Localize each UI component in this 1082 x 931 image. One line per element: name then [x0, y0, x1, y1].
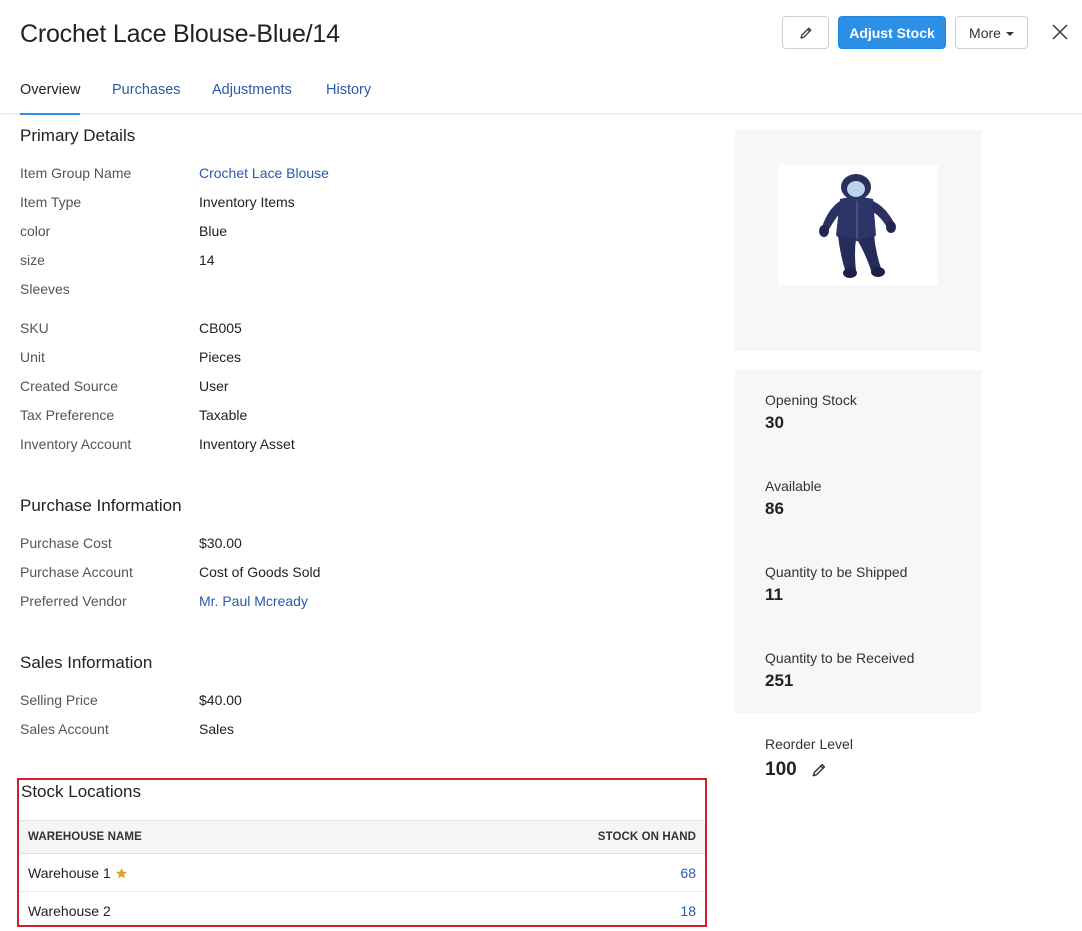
- tab-purchases[interactable]: Purchases: [112, 82, 181, 98]
- page-title: Crochet Lace Blouse-Blue/14: [20, 20, 340, 48]
- edit-button[interactable]: [782, 16, 829, 49]
- preferred-vendor-link[interactable]: Mr. Paul Mcready: [199, 593, 308, 609]
- color-label: color: [20, 223, 51, 239]
- qty-to-be-shipped-label: Quantity to be Shipped: [765, 564, 908, 580]
- stock-on-hand-link[interactable]: 18: [680, 903, 696, 919]
- tab-bar: Overview Purchases Adjustments History: [0, 66, 1082, 115]
- unit-label: Unit: [20, 349, 45, 365]
- table-row: Warehouse 1 68: [19, 854, 705, 892]
- warehouse-name-cell: Warehouse 2: [28, 903, 111, 919]
- stock-on-hand-link[interactable]: 68: [680, 865, 696, 881]
- pencil-icon: [799, 27, 811, 39]
- more-label: More: [969, 24, 1001, 41]
- preferred-vendor-label: Preferred Vendor: [20, 593, 127, 609]
- caret-down-icon: [1005, 31, 1014, 36]
- table-row: Warehouse 2 18: [19, 892, 705, 930]
- tab-adjustments[interactable]: Adjustments: [212, 82, 292, 98]
- qty-to-be-received-value: 251: [765, 671, 794, 690]
- purchase-account-value: Cost of Goods Sold: [199, 564, 321, 580]
- sales-information-heading: Sales Information: [20, 653, 153, 672]
- color-value: Blue: [199, 223, 228, 239]
- edit-reorder-level-button[interactable]: [810, 761, 828, 779]
- warehouse-name-header: WAREHOUSE NAME: [28, 831, 142, 843]
- tax-preference-label: Tax Preference: [20, 407, 115, 423]
- created-source-value: User: [199, 378, 229, 394]
- table-header-row: WAREHOUSE NAME STOCK ON HAND: [19, 820, 705, 854]
- close-icon: [1052, 24, 1068, 40]
- item-group-name-link[interactable]: Crochet Lace Blouse: [199, 165, 329, 181]
- pencil-icon: [812, 763, 826, 777]
- tab-overview[interactable]: Overview: [20, 82, 81, 115]
- size-label: size: [20, 252, 45, 268]
- qty-to-be-shipped-value: 11: [765, 585, 783, 604]
- inventory-account-value: Inventory Asset: [199, 436, 295, 452]
- warehouse-name-cell: Warehouse 1: [28, 865, 128, 881]
- purchase-cost-label: Purchase Cost: [20, 535, 112, 551]
- unit-value: Pieces: [199, 349, 242, 365]
- opening-stock-label: Opening Stock: [765, 392, 857, 408]
- reorder-level-value: 100: [765, 759, 797, 780]
- stock-on-hand-header: STOCK ON HAND: [597, 831, 696, 843]
- warehouse-name: Warehouse 1: [28, 865, 111, 881]
- tab-history[interactable]: History: [326, 82, 371, 98]
- item-image[interactable]: [778, 165, 938, 285]
- selling-price-value: $40.00: [199, 692, 242, 708]
- purchase-cost-value: $30.00: [199, 535, 242, 551]
- adjust-stock-button[interactable]: Adjust Stock: [838, 16, 946, 49]
- item-type-value: Inventory Items: [199, 194, 295, 210]
- stock-locations-table: WAREHOUSE NAME STOCK ON HAND Warehouse 1…: [19, 820, 705, 930]
- inventory-account-label: Inventory Account: [20, 436, 132, 452]
- qty-to-be-received-label: Quantity to be Received: [765, 650, 915, 666]
- sku-label: SKU: [20, 320, 49, 336]
- created-source-label: Created Source: [20, 378, 119, 394]
- reorder-level-label: Reorder Level: [765, 736, 853, 752]
- tax-preference-value: Taxable: [199, 407, 248, 423]
- sleeves-label: Sleeves: [20, 281, 70, 297]
- opening-stock-value: 30: [765, 413, 784, 432]
- sku-value: CB005: [199, 320, 242, 336]
- size-value: 14: [199, 252, 215, 268]
- close-button[interactable]: [1048, 20, 1072, 44]
- sales-account-value: Sales: [199, 721, 235, 737]
- more-button[interactable]: More: [955, 16, 1028, 49]
- available-label: Available: [765, 478, 822, 494]
- purchase-account-label: Purchase Account: [20, 564, 133, 580]
- snowsuit-image: [819, 174, 896, 278]
- available-value: 86: [765, 499, 784, 518]
- purchase-information-heading: Purchase Information: [20, 496, 182, 515]
- stock-locations-heading: Stock Locations: [21, 782, 142, 801]
- stock-stats-panel: Opening Stock 30 Available 86 Quantity t…: [735, 370, 981, 713]
- warehouse-name: Warehouse 2: [28, 903, 111, 919]
- stock-locations-section: Stock Locations WAREHOUSE NAME STOCK ON …: [17, 778, 707, 927]
- primary-details-heading: Primary Details: [20, 126, 136, 145]
- selling-price-label: Selling Price: [20, 692, 98, 708]
- star-icon: [115, 867, 127, 878]
- sales-account-label: Sales Account: [20, 721, 109, 737]
- item-image-panel: [735, 130, 981, 351]
- item-type-label: Item Type: [20, 194, 82, 210]
- item-group-name-label: Item Group Name: [20, 165, 132, 181]
